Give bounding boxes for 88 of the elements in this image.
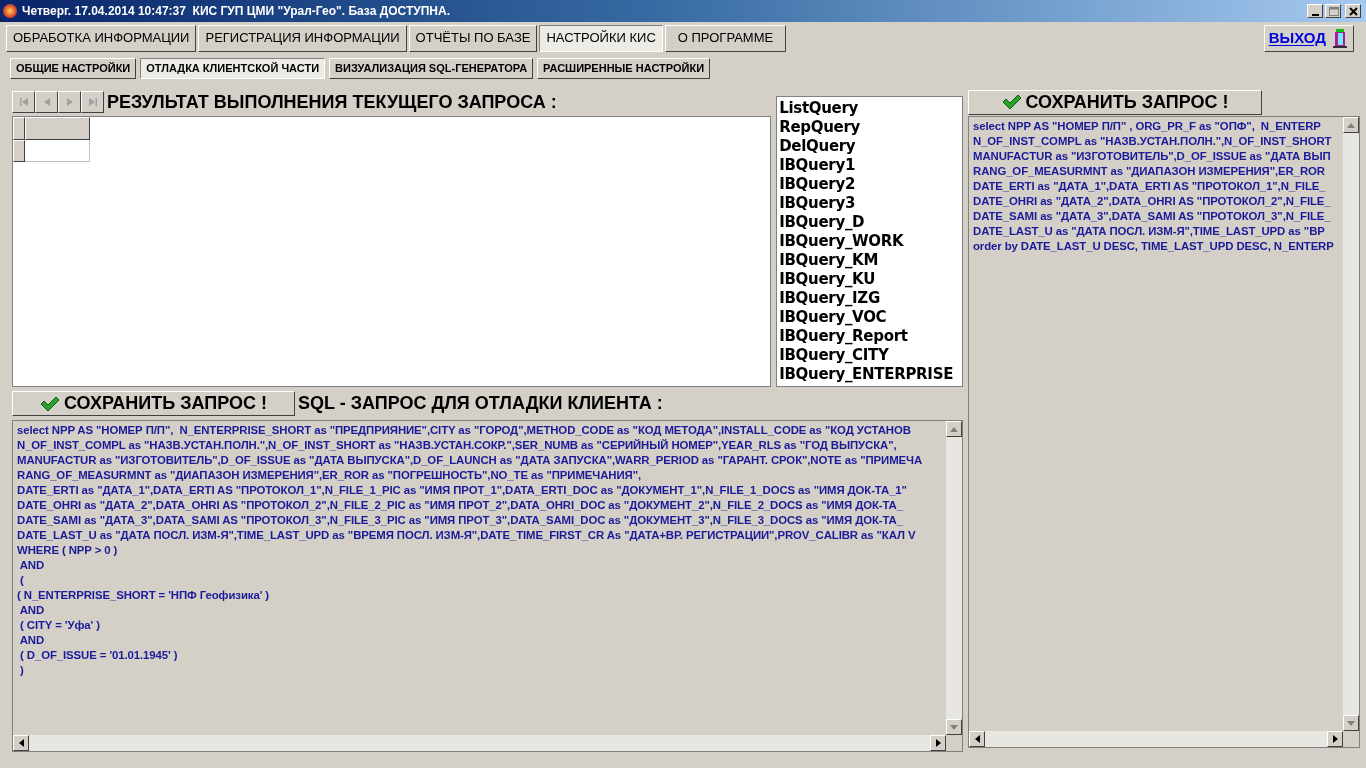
sub-tab[interactable]: ВИЗУАЛИЗАЦИЯ SQL-ГЕНЕРАТОРА <box>329 58 534 79</box>
arrow-left-icon <box>18 739 24 747</box>
scroll-right-button[interactable] <box>1327 731 1343 747</box>
sub-tab[interactable]: ОБЩИЕ НАСТРОЙКИ <box>10 58 137 79</box>
main-tab[interactable]: О ПРОГРАММЕ <box>664 24 787 52</box>
code-line: ) <box>19 663 24 678</box>
vertical-scrollbar[interactable] <box>946 421 962 735</box>
list-item[interactable]: IBQuery_ENTERPRISE <box>779 365 962 384</box>
code-line: DATE_SAMI as "ДАТА_3",DATA_SAMI AS "ПРОТОКОЛ_3",N_FILE_ <box>973 209 1331 224</box>
section-heading: РЕЗУЛЬТАТ ВЫПОЛНЕНИЯ ТЕКУЩЕГО ЗАПРОСА : <box>107 90 557 114</box>
list-item[interactable]: IBQuery2 <box>779 175 962 194</box>
code-line: DATE_LAST_U as "ДАТА ПОСЛ. ИЗМ-Я",TIME_LAST_UPD as "ВР <box>973 224 1325 239</box>
maximize-button[interactable] <box>1325 4 1341 18</box>
vertical-scrollbar[interactable] <box>1343 117 1359 731</box>
main-tab[interactable]: ОТЧЁТЫ ПО БАЗЕ <box>408 24 538 52</box>
code-line: DATE_OHRI as "ДАТА_2",DATA_OHRI AS "ПРОТОКОЛ_2",N_FILE_ <box>973 194 1331 209</box>
horizontal-scrollbar[interactable] <box>13 735 946 751</box>
window-title: Четверг. 17.04.2014 10:47:37 КИС ГУП ЦМИ "Урал-Гео". База ДОСТУПНА. <box>22 3 450 20</box>
code-line: AND <box>18 558 45 573</box>
code-line: DATE_LAST_U as "ДАТА ПОСЛ. ИЗМ-Я",TIME_LAST_UPD as "ВРЕМЯ ПОСЛ. ИЗМ-Я",DATE_TIME_FIRST_CR As "ДАТА+ВР. РЕГИСТРАЦИИ",PROV_CALIBR as "КАЛ V <box>17 528 916 543</box>
list-item[interactable]: IBQuery_D <box>779 213 962 232</box>
query-listbox[interactable]: ListQuery RepQuery DelQuery IBQuery1 IBQuery2 IBQuery3 IBQuery_D IBQuery_WORK IBQuery_KM IBQuery_KU IBQuery_IZG IBQuery_VOC IBQuery_Report IBQuery_CITY IBQuery_ENTERPRISE <box>776 96 963 387</box>
list-item[interactable]: IBQuery_VOC <box>779 308 962 327</box>
save-query-button[interactable]: СОХРАНИТЬ ЗАПРОС ! <box>968 89 1262 115</box>
list-item[interactable]: IBQuery3 <box>779 194 962 213</box>
horizontal-scrollbar[interactable] <box>969 731 1343 747</box>
code-line: N_OF_INST_COMPL as "НАЗВ.УСТАН.ПОЛН.",N_OF_INST_SHORT <box>973 134 1332 149</box>
checkmark-icon <box>40 395 61 412</box>
list-item[interactable]: IBQuery_KM <box>779 251 962 270</box>
code-line: MANUFACTUR as "ИЗГОТОВИТЕЛЬ",D_OF_ISSUE as "ДАТА ВЫП <box>973 149 1331 164</box>
arrow-right-icon <box>1332 735 1338 743</box>
list-item[interactable]: ListQuery <box>779 99 962 118</box>
code-line: AND <box>18 633 45 648</box>
minimize-icon <box>1311 13 1319 16</box>
code-line: ( CITY = 'Уфа' ) <box>19 618 100 633</box>
code-line: N_OF_INST_COMPL as "НАЗВ.УСТАН.ПОЛН.",N_OF_INST_SHORT as "НАЗВ.УСТАН.СОКР.",SER_NUMB as "СЕРИЙНЫЙ НОМЕР",YEAR_RLS as "ГОД ВЫПУСКА", <box>17 438 897 453</box>
code-line: ( <box>19 573 24 588</box>
arrow-up-icon <box>950 426 958 432</box>
scroll-left-button[interactable] <box>13 735 29 751</box>
scroll-up-button[interactable] <box>1343 117 1359 133</box>
checkmark-icon <box>1001 94 1022 110</box>
code-line: RANG_OF_MEASURMNT as "ДИАПАЗОН ИЗМЕРЕНИЯ",ER_ROR as "ПОГРЕШНОСТЬ",NO_TE as "ПРИМЕЧАНИЯ", <box>17 468 642 483</box>
arrow-down-icon <box>1347 720 1355 726</box>
scroll-left-button[interactable] <box>969 731 985 747</box>
sub-tab[interactable]: РАСШИРЕННЫЕ НАСТРОЙКИ <box>537 58 711 79</box>
code-line: order by DATE_LAST_U DESC, TIME_LAST_UPD DESC, N_ENTERP <box>973 239 1334 254</box>
code-line: DATE_OHRI as "ДАТА_2",DATA_OHRI AS "ПРОТОКОЛ_2",N_FILE_2_PIC as "ИМЯ ПРОТ_2",DATA_OHRI_DOC as "ДОКУМЕНТ_2",N_FILE_2_DOCS as "ИМЯ ДОК-ТА_ <box>17 498 903 513</box>
list-item[interactable]: RepQuery <box>779 118 962 137</box>
code-line: ( N_ENTERPRISE_SHORT = 'НПФ Геофизика' ) <box>17 588 269 603</box>
minimize-button[interactable] <box>1307 4 1323 18</box>
code-line: select NPP AS "НОМЕР П/П" , ORG_PR_F as "ОПФ", N_ENTERP <box>973 119 1321 134</box>
list-item[interactable]: IBQuery_Report <box>779 327 962 346</box>
main-tab[interactable]: ОБРАБОТКА ИНФОРМАЦИИ <box>6 24 197 52</box>
list-item[interactable]: IBQuery_IZG <box>779 289 962 308</box>
scroll-down-button[interactable] <box>946 719 962 735</box>
section-heading: SQL - ЗАПРОС ДЛЯ ОТЛАДКИ КЛИЕНТА : <box>298 392 663 415</box>
arrow-up-icon <box>1347 122 1355 128</box>
code-line: DATE_SAMI as "ДАТА_3",DATA_SAMI AS "ПРОТОКОЛ_3",N_FILE_3_PIC as "ИМЯ ПРОТ_3",DATA_SAMI_DOC as "ДОКУМЕНТ_3",N_FILE_3_DOCS as "ИМЯ ДОК-ТА_ <box>17 513 903 528</box>
list-item[interactable]: IBQuery1 <box>779 156 962 175</box>
code-line: ( D_OF_ISSUE = '01.01.1945' ) <box>19 648 178 663</box>
list-item[interactable]: IBQuery_KU <box>779 270 962 289</box>
maximize-icon <box>1326 5 1340 17</box>
arrow-down-icon <box>950 724 958 730</box>
app-logo-icon <box>3 4 17 18</box>
list-item[interactable]: IBQuery_CITY <box>779 346 962 365</box>
exit-door-icon <box>1331 28 1349 48</box>
code-line: RANG_OF_MEASURMNT as "ДИАПАЗОН ИЗМЕРЕНИЯ",ER_ROR <box>973 164 1325 179</box>
arrow-left-icon <box>974 735 980 743</box>
code-line: DATE_ERTI as "ДАТА_1",DATA_ERTI AS "ПРОТОКОЛ_1",N_FILE_1_PIC as "ИМЯ ПРОТ_1",DATA_ERTI_DOC as "ДОКУМЕНТ_1",N_FILE_1_DOCS as "ИМЯ ДОК-ТА_1" <box>17 483 907 498</box>
grid-cell[interactable] <box>25 140 90 162</box>
sub-tab[interactable]: ОТЛАДКА КЛИЕНТСКОЙ ЧАСТИ <box>140 58 326 79</box>
save-query-button[interactable]: СОХРАНИТЬ ЗАПРОС ! <box>12 391 295 416</box>
scroll-down-button[interactable] <box>1343 715 1359 731</box>
list-item[interactable]: IBQuery_WORK <box>779 232 962 251</box>
code-line: AND <box>18 603 45 618</box>
exit-button[interactable]: ВЫХОД <box>1263 24 1354 52</box>
main-tab[interactable]: НАСТРОЙКИ КИС <box>539 24 663 52</box>
code-line: MANUFACTUR as "ИЗГОТОВИТЕЛЬ",D_OF_ISSUE as "ДАТА ВЫПУСКА",D_OF_LAUNCH as "ДАТА ЗАПУСКА",WARR_PERIOD as "ГАРАНТ. СРОК",NOTE as "ПРИМЕЧА <box>17 453 923 468</box>
arrow-right-icon <box>935 739 941 747</box>
main-tab[interactable]: РЕГИСТРАЦИЯ ИНФОРМАЦИИ <box>198 24 407 52</box>
code-line: select NPP AS "НОМЕР П/П", N_ENTERPRISE_SHORT as "ПРЕДПРИЯНИЕ",CITY as "ГОРОД",METHOD_CODE as "КОД МЕТОДА",INSTALL_CODE as "КОД УСТАНОВ <box>17 423 911 438</box>
scroll-right-button[interactable] <box>930 735 946 751</box>
code-line: DATE_ERTI as "ДАТА_1",DATA_ERTI AS "ПРОТОКОЛ_1",N_FILE_ <box>973 179 1326 194</box>
list-item[interactable]: DelQuery <box>779 137 962 156</box>
close-button[interactable] <box>1345 4 1361 18</box>
scroll-up-button[interactable] <box>946 421 962 437</box>
code-line: WHERE ( NPP > 0 ) <box>17 543 118 558</box>
close-icon <box>1346 5 1360 17</box>
